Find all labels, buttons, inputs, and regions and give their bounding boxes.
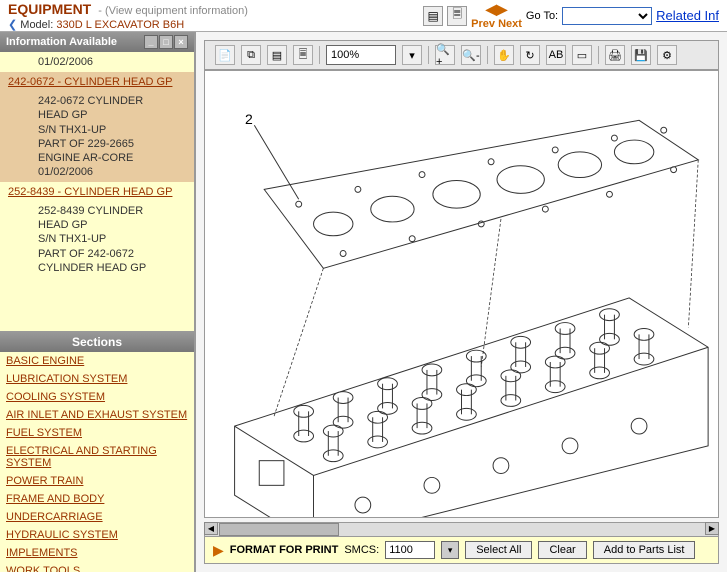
info-date: 01/02/2006 [0, 52, 194, 72]
model-row: ❮ Model: 330D L EXCAVATOR B6H [8, 18, 248, 31]
measure-icon[interactable]: ▭ [572, 45, 592, 65]
detail-line: 252-8439 CYLINDER [38, 204, 186, 218]
page-icon[interactable]: 🗏 [447, 6, 467, 26]
copy-icon[interactable]: ⧉ [241, 45, 261, 65]
model-value: 330D L EXCAVATOR B6H [56, 19, 184, 31]
info-title: Information Available [6, 36, 117, 48]
section-link[interactable]: FRAME AND BODY [0, 490, 194, 508]
zoom-input[interactable] [326, 45, 396, 65]
detail-line: PART OF 242-0672 [38, 247, 186, 261]
new-doc-icon[interactable]: 📄 [215, 45, 235, 65]
next-label: Next [498, 18, 522, 30]
prev-next-nav[interactable]: ◀▶ Prev Next [471, 1, 522, 30]
detail-line: HEAD GP [38, 108, 186, 122]
separator [487, 46, 488, 64]
part-link[interactable]: 242-0672 - CYLINDER HEAD GP [8, 76, 172, 88]
prev-label: Prev [471, 18, 495, 30]
horizontal-scrollbar[interactable]: ◀ ▶ [204, 522, 719, 536]
smcs-input[interactable] [385, 541, 435, 559]
list-icon[interactable]: ▤ [267, 45, 287, 65]
separator [598, 46, 599, 64]
cylinder-head-diagram [205, 71, 718, 518]
info-item[interactable]: 252-8439 - CYLINDER HEAD GP [0, 182, 194, 202]
info-item-selected[interactable]: 242-0672 - CYLINDER HEAD GP [0, 72, 194, 92]
maximize-icon[interactable]: □ [159, 35, 173, 49]
doc-icon[interactable]: ▤ [423, 6, 443, 26]
text-icon[interactable]: AB [546, 45, 566, 65]
detail-line: 242-0672 CYLINDER [38, 94, 186, 108]
section-link[interactable]: BASIC ENGINE [0, 352, 194, 370]
pan-icon[interactable]: ✋ [494, 45, 514, 65]
page-subtitle: - (View equipment information) [98, 5, 248, 17]
page-icon[interactable]: 🗏 [293, 45, 313, 65]
clear-button[interactable]: Clear [538, 541, 586, 559]
select-all-button[interactable]: Select All [465, 541, 532, 559]
zoom-in-icon[interactable]: 🔍+ [435, 45, 455, 65]
zoom-dropdown-icon[interactable]: ▾ [402, 45, 422, 65]
header-bar: EQUIPMENT - (View equipment information)… [0, 0, 727, 32]
save-icon[interactable]: 💾 [631, 45, 651, 65]
format-print-label: FORMAT FOR PRINT [230, 544, 339, 556]
prefs-icon[interactable]: ⚙ [657, 45, 677, 65]
scroll-thumb[interactable] [219, 523, 339, 536]
main-layout: Information Available _ □ × 01/02/2006 2… [0, 32, 727, 572]
sidebar: Information Available _ □ × 01/02/2006 2… [0, 32, 196, 572]
zoom-out-icon[interactable]: 🔍- [461, 45, 481, 65]
separator [428, 46, 429, 64]
info-list[interactable]: 01/02/2006 242-0672 - CYLINDER HEAD GP 2… [0, 52, 194, 332]
goto-label: Go To: [526, 10, 558, 22]
expand-arrow-icon[interactable]: ▶ [213, 542, 224, 559]
section-link[interactable]: AIR INLET AND EXHAUST SYSTEM [0, 406, 194, 424]
viewer-toolbar: 📄 ⧉ ▤ 🗏 ▾ 🔍+ 🔍- ✋ ↻ AB ▭ 🖨 💾 ⚙ [204, 40, 719, 70]
page-title: EQUIPMENT [8, 1, 91, 17]
detail-line: S/N THX1-UP [38, 123, 186, 137]
section-link[interactable]: POWER TRAIN [0, 472, 194, 490]
scroll-left-icon[interactable]: ◀ [204, 522, 218, 535]
section-link[interactable]: IMPLEMENTS [0, 544, 194, 562]
separator [319, 46, 320, 64]
part-details: 252-8439 CYLINDER HEAD GP S/N THX1-UP PA… [0, 202, 194, 277]
detail-line: HEAD GP [38, 218, 186, 232]
model-label: Model: [20, 19, 53, 31]
detail-line: 01/02/2006 [38, 165, 186, 179]
back-chevron[interactable]: ❮ [8, 19, 17, 31]
detail-line: PART OF 229-2665 [38, 137, 186, 151]
bottom-bar: ▶ FORMAT FOR PRINT SMCS: ▾ Select All Cl… [204, 536, 719, 564]
section-link[interactable]: FUEL SYSTEM [0, 424, 194, 442]
minimize-icon[interactable]: _ [144, 35, 158, 49]
viewer-panel: 📄 ⧉ ▤ 🗏 ▾ 🔍+ 🔍- ✋ ↻ AB ▭ 🖨 💾 ⚙ 2 [196, 32, 727, 572]
sections-header: Sections [0, 332, 194, 352]
sections-list[interactable]: BASIC ENGINE LUBRICATION SYSTEM COOLING … [0, 352, 194, 572]
section-link[interactable]: ELECTRICAL AND STARTING SYSTEM [0, 442, 194, 472]
section-link[interactable]: COOLING SYSTEM [0, 388, 194, 406]
section-link[interactable]: WORK TOOLS [0, 562, 194, 572]
goto-select[interactable] [562, 7, 652, 25]
rotate-icon[interactable]: ↻ [520, 45, 540, 65]
related-info-link[interactable]: Related Inf [656, 8, 719, 23]
header-right: ▤ 🗏 ◀▶ Prev Next Go To: Related Inf [423, 1, 719, 30]
scroll-right-icon[interactable]: ▶ [705, 522, 719, 535]
add-to-parts-button[interactable]: Add to Parts List [593, 541, 696, 559]
detail-line: ENGINE AR-CORE [38, 151, 186, 165]
detail-line: CYLINDER HEAD GP [38, 261, 186, 275]
print-icon[interactable]: 🖨 [605, 45, 625, 65]
close-icon[interactable]: × [174, 35, 188, 49]
smcs-dropdown-icon[interactable]: ▾ [441, 541, 459, 559]
section-link[interactable]: UNDERCARRIAGE [0, 508, 194, 526]
detail-line: S/N THX1-UP [38, 232, 186, 246]
part-details: 242-0672 CYLINDER HEAD GP S/N THX1-UP PA… [0, 92, 194, 182]
diagram-canvas[interactable]: 2 [204, 70, 719, 518]
info-available-header: Information Available _ □ × [0, 32, 194, 52]
section-link[interactable]: HYDRAULIC SYSTEM [0, 526, 194, 544]
header-left: EQUIPMENT - (View equipment information)… [8, 1, 248, 31]
section-link[interactable]: LUBRICATION SYSTEM [0, 370, 194, 388]
smcs-label: SMCS: [344, 544, 379, 556]
part-link[interactable]: 252-8439 - CYLINDER HEAD GP [8, 186, 172, 198]
